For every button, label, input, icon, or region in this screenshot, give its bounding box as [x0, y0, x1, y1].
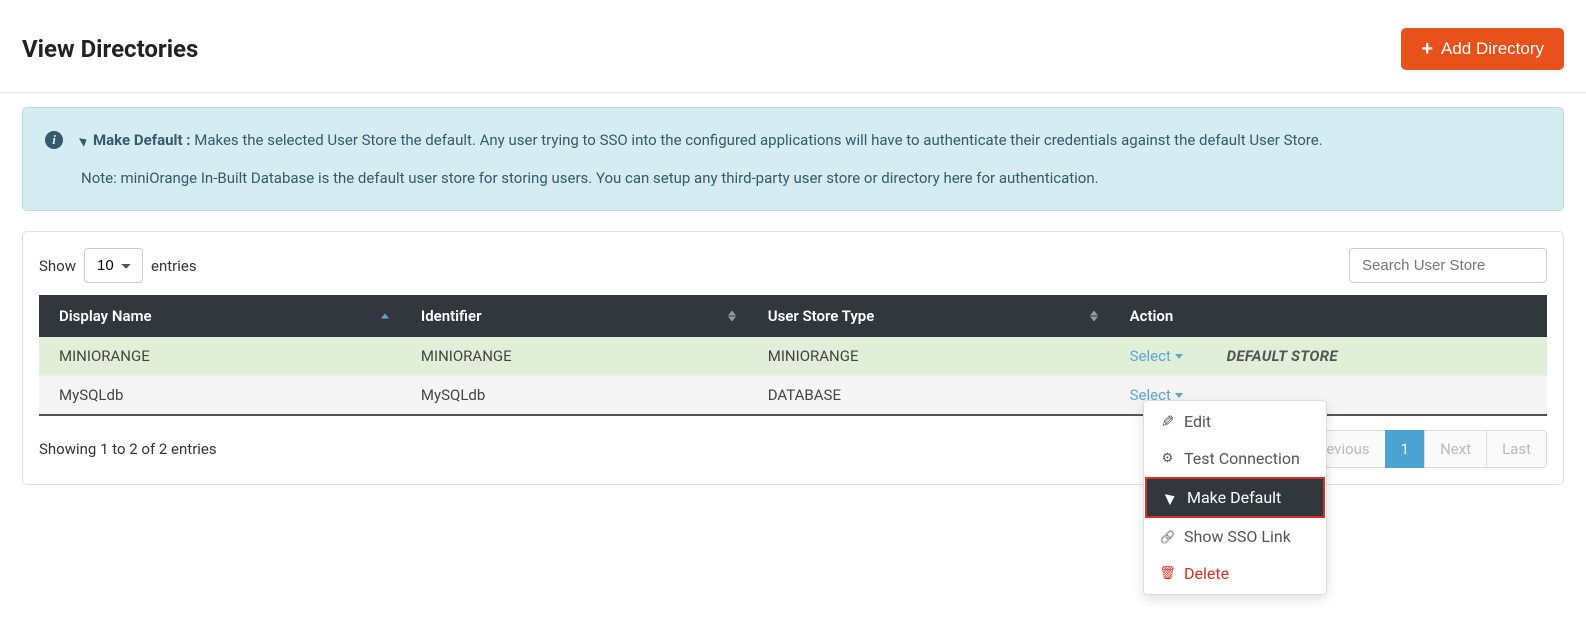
cell-display-name: MySQLdb	[39, 376, 401, 416]
cell-user-store-type: MINIORANGE	[748, 337, 1110, 376]
trash-icon	[1160, 566, 1175, 581]
cell-display-name: MINIORANGE	[39, 337, 401, 376]
info-alert: i Make Default : Makes the selected User…	[22, 107, 1564, 211]
page-last-button[interactable]: Last	[1486, 430, 1547, 468]
page-size-select[interactable]: 10	[84, 248, 143, 283]
info-lead-label: Make Default :	[93, 128, 191, 152]
show-label: Show	[39, 257, 76, 275]
table-header-row: Display Name Identifier User Store Type	[39, 295, 1547, 337]
dropdown-item-edit[interactable]: Edit	[1144, 403, 1326, 440]
page-number-button[interactable]: 1	[1385, 430, 1425, 468]
select-dropdown-trigger[interactable]: Select	[1130, 347, 1183, 365]
column-action: Action	[1110, 295, 1547, 337]
cursor-arrow-icon	[79, 135, 89, 147]
cursor-icon	[1163, 492, 1178, 504]
dropdown-item-make-default[interactable]: Make Default	[1145, 477, 1325, 518]
showing-entries-text: Showing 1 to 2 of 2 entries	[39, 440, 217, 458]
info-lead-text: Makes the selected User Store the defaul…	[194, 131, 1322, 149]
action-dropdown-menu: Edit Test Connection Make Default Show S…	[1143, 400, 1327, 595]
page-title: View Directories	[22, 35, 198, 63]
cell-action: Select DEFAULT STORE	[1110, 337, 1547, 376]
entries-label: entries	[151, 257, 197, 275]
show-entries-control: Show 10 entries	[39, 248, 197, 283]
default-store-badge: DEFAULT STORE	[1227, 347, 1338, 365]
column-identifier[interactable]: Identifier	[401, 295, 748, 337]
cell-identifier: MINIORANGE	[401, 337, 748, 376]
add-directory-label: Add Directory	[1441, 39, 1544, 59]
table-panel: Show 10 entries Display Name	[22, 231, 1564, 485]
table-row: MINIORANGE MINIORANGE MINIORANGE Select …	[39, 337, 1547, 376]
column-display-name[interactable]: Display Name	[39, 295, 401, 337]
dropdown-item-delete[interactable]: Delete	[1144, 555, 1326, 592]
column-user-store-type[interactable]: User Store Type	[748, 295, 1110, 337]
info-icon: i	[45, 131, 63, 149]
cell-user-store-type: DATABASE	[748, 376, 1110, 416]
edit-icon	[1160, 412, 1175, 431]
caret-down-icon	[1175, 354, 1183, 359]
link-icon	[1160, 530, 1175, 544]
info-note-text: Note: miniOrange In-Built Database is th…	[81, 169, 1099, 187]
dropdown-item-test-connection[interactable]: Test Connection	[1144, 440, 1326, 477]
plus-icon: +	[1421, 39, 1433, 59]
page-header: View Directories + Add Directory	[0, 0, 1586, 93]
dropdown-item-show-sso-link[interactable]: Show SSO Link	[1144, 518, 1326, 555]
page-next-button[interactable]: Next	[1424, 430, 1487, 468]
sort-icon	[728, 311, 736, 322]
caret-down-icon	[1175, 393, 1183, 398]
add-directory-button[interactable]: + Add Directory	[1401, 28, 1564, 70]
cell-identifier: MySQLdb	[401, 376, 748, 416]
sort-icon	[1090, 311, 1098, 322]
search-input[interactable]	[1349, 248, 1547, 283]
directories-table: Display Name Identifier User Store Type	[39, 295, 1547, 416]
sort-icon	[381, 314, 389, 319]
gear-icon	[1160, 451, 1175, 466]
